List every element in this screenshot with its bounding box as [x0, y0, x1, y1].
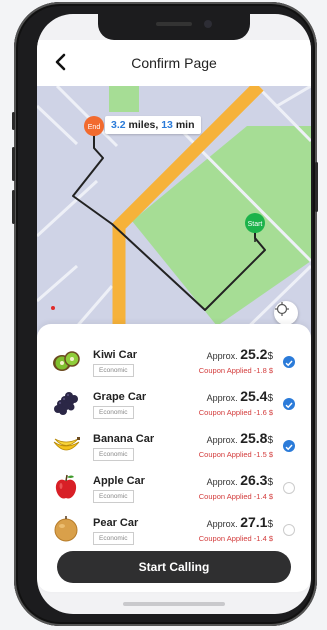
coupon-text: Coupon Applied -1.4 $ — [198, 534, 273, 543]
duration-unit: min — [172, 119, 195, 131]
car-name: Banana Car — [93, 433, 155, 445]
coupon-text: Coupon Applied -1.8 $ — [198, 366, 273, 375]
checkbox-checked[interactable] — [283, 398, 295, 410]
price-estimate: Approx. 25.2$ — [207, 346, 273, 362]
approx-label: Approx. — [206, 477, 238, 487]
currency: $ — [267, 393, 273, 404]
end-pin-icon: End — [84, 116, 104, 146]
car-type-badge: Economic — [93, 406, 134, 419]
checkbox-unchecked[interactable] — [283, 482, 295, 494]
checkbox-unchecked[interactable] — [283, 524, 295, 536]
car-name: Grape Car — [93, 391, 147, 403]
back-button[interactable] — [49, 50, 73, 74]
route-summary: 3.2 miles, 13 min — [105, 116, 201, 134]
apple-icon — [55, 474, 77, 499]
price-value: 26.3 — [240, 472, 268, 488]
currency: $ — [267, 435, 273, 446]
approx-label: Approx. — [206, 351, 238, 361]
kiwi-icon — [53, 351, 80, 371]
grape-icon — [54, 392, 78, 415]
car-name: Apple Car — [93, 475, 145, 487]
power-button — [315, 162, 318, 212]
location-dot — [51, 306, 55, 310]
currency: $ — [267, 477, 273, 488]
notch — [98, 14, 250, 40]
price-estimate: Approx. 25.8$ — [207, 430, 273, 446]
price-value: 25.4 — [240, 388, 268, 404]
car-name: Pear Car — [93, 517, 139, 529]
price-estimate: Approx. 26.3$ — [207, 472, 273, 488]
currency: $ — [267, 351, 273, 362]
price-value: 27.1 — [240, 514, 268, 530]
price-estimate: Approx. 25.4$ — [207, 388, 273, 404]
park-area — [132, 126, 311, 326]
locate-button[interactable] — [274, 301, 298, 325]
car-type-badge: Economic — [93, 364, 134, 377]
coupon-text: Coupon Applied -1.4 $ — [198, 492, 273, 501]
mute-switch — [12, 112, 15, 130]
price-estimate: Approx. 27.1$ — [207, 514, 273, 530]
duration-value: 13 — [161, 119, 173, 131]
checkbox-checked[interactable] — [283, 440, 295, 452]
car-option-apple[interactable]: Apple Car Economic Approx. 26.3$ Coupon … — [37, 468, 311, 508]
route-map[interactable]: End Start 3.2 miles, 13 min — [37, 86, 311, 338]
svg-text:End: End — [88, 124, 101, 131]
crosshair-icon — [275, 302, 289, 316]
approx-label: Approx. — [206, 435, 238, 445]
coupon-text: Coupon Applied -1.6 $ — [198, 408, 273, 417]
car-type-badge: Economic — [93, 490, 134, 503]
car-option-kiwi[interactable]: Kiwi Car Economic Approx. 25.2$ Coupon A… — [37, 342, 311, 382]
front-camera — [204, 20, 212, 28]
speaker — [156, 22, 192, 26]
approx-label: Approx. — [206, 519, 238, 529]
check-icon — [285, 444, 293, 451]
price-value: 25.2 — [240, 346, 268, 362]
approx-label: Approx. — [206, 393, 238, 403]
price-value: 25.8 — [240, 430, 268, 446]
volume-up-button — [12, 147, 15, 181]
distance-value: 3.2 — [111, 119, 126, 131]
check-icon — [285, 402, 293, 409]
banana-icon — [53, 437, 80, 451]
svg-text:Start: Start — [248, 221, 263, 228]
home-indicator — [123, 602, 225, 606]
distance-unit: miles, — [125, 119, 162, 131]
header-bar: Confirm Page — [37, 40, 311, 86]
car-option-pear[interactable]: Pear Car Economic Approx. 27.1$ Coupon A… — [37, 510, 311, 550]
checkbox-checked[interactable] — [283, 356, 295, 368]
car-option-grape[interactable]: Grape Car Economic Approx. 25.4$ Coupon … — [37, 384, 311, 424]
page-title: Confirm Page — [131, 55, 217, 71]
currency: $ — [267, 519, 273, 530]
car-name: Kiwi Car — [93, 349, 138, 361]
car-type-badge: Economic — [93, 532, 134, 545]
start-calling-button[interactable]: Start Calling — [57, 551, 291, 583]
pear-icon — [54, 516, 78, 542]
park-area-top — [109, 86, 139, 112]
car-selection-panel: Kiwi Car Economic Approx. 25.2$ Coupon A… — [37, 324, 311, 592]
car-option-banana[interactable]: Banana Car Economic Approx. 25.8$ Coupon… — [37, 426, 311, 466]
phone-screen: Confirm Page End Start 3.2 miles, 13 min… — [37, 14, 311, 614]
volume-down-button — [12, 190, 15, 224]
check-icon — [285, 360, 293, 367]
chevron-left-icon — [55, 53, 66, 71]
coupon-text: Coupon Applied -1.5 $ — [198, 450, 273, 459]
car-type-badge: Economic — [93, 448, 134, 461]
